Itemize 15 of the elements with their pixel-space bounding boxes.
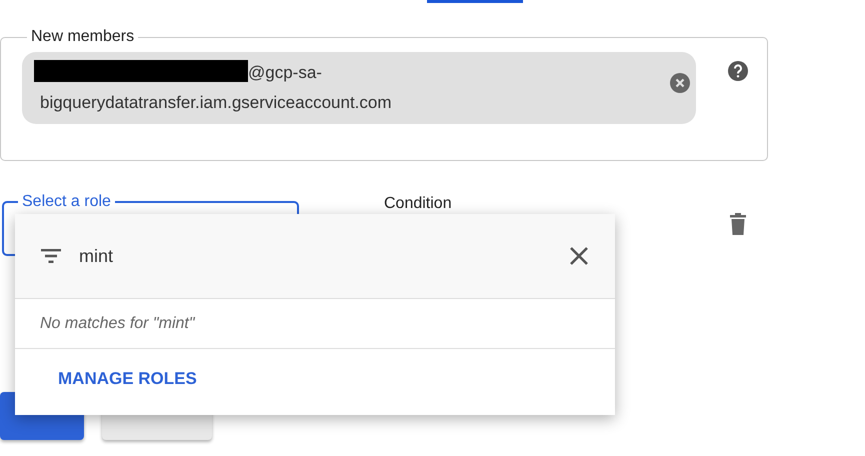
member-chip[interactable]: @gcp-sa-bigquerydatatransfer.iam.gserviceaccount.com [22,52,696,124]
filter-icon [41,249,61,263]
field-label: Select a role [21,193,112,211]
delete-icon[interactable] [728,212,748,236]
field-label: New members [30,28,136,46]
filter-bar[interactable]: mint [15,214,615,299]
condition-label: Condition [384,195,452,213]
filter-input[interactable]: mint [79,246,551,266]
remove-icon[interactable] [670,73,690,93]
manage-roles-button[interactable]: MANAGE ROLES [45,361,210,397]
members-field[interactable]: New members @gcp-sa-bigquerydatatransfer.iam.gserviceaccount.com [0,28,768,161]
close-icon[interactable] [569,246,589,266]
help-icon[interactable] [727,60,749,82]
empty-message: No matches for "mint" [15,299,615,349]
chip-text: @gcp-sa-bigquerydatatransfer.iam.gserviceaccount.com [40,63,392,112]
